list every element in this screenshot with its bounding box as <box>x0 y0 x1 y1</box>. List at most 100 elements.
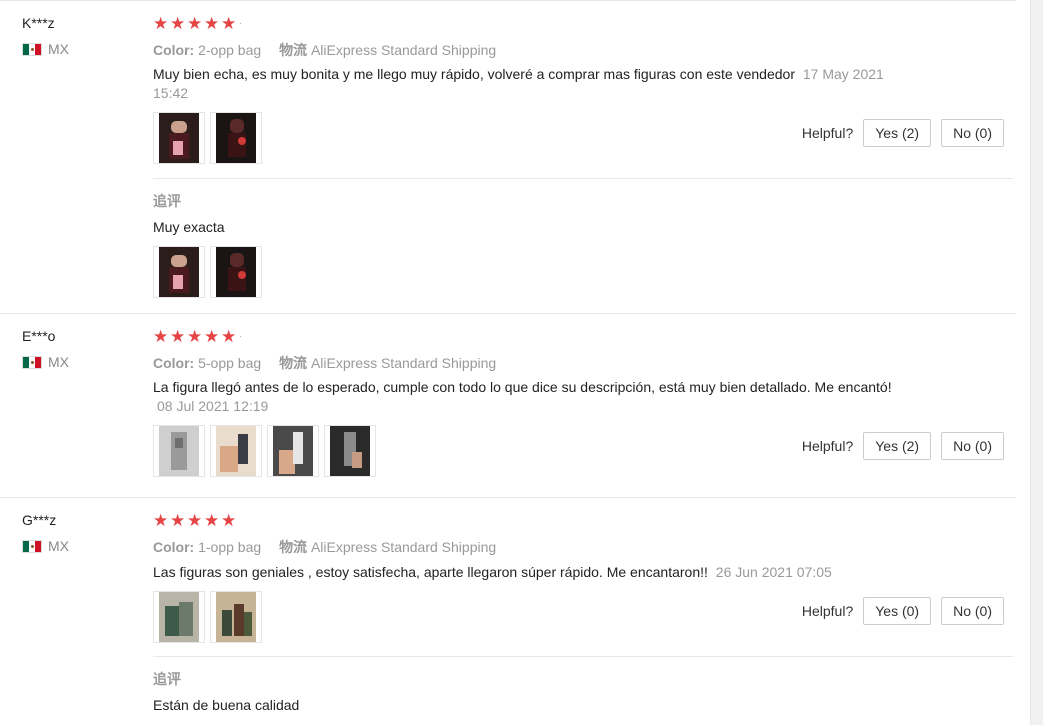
review-photo[interactable] <box>153 591 205 643</box>
color-value: 2-opp bag <box>198 42 262 58</box>
star-icon: ★ <box>153 511 169 530</box>
dot-icon: · <box>239 331 243 342</box>
page-scrollbar[interactable] <box>1030 0 1043 725</box>
review-photos <box>153 425 376 477</box>
shipping-value: AliExpress Standard Shipping <box>310 355 497 371</box>
shipping-value: AliExpress Standard Shipping <box>310 539 497 555</box>
review-date: 17 May 2021 <box>802 66 884 82</box>
figure-photo-icon <box>159 247 199 297</box>
star-icon: ★ <box>153 14 169 33</box>
followup-text: Están de buena calidad <box>153 697 300 713</box>
star-icon: ★ <box>170 14 186 33</box>
followup-photos <box>153 246 262 298</box>
shipping-label: 物流 <box>279 355 308 371</box>
figure-photo-icon <box>216 426 256 476</box>
yes-button[interactable]: Yes (0) <box>863 597 932 625</box>
review-date: 08 Jul 2021 12:19 <box>157 398 269 414</box>
star-icon: ★ <box>221 14 237 33</box>
star-rating: ★ ★ ★ ★ ★ <box>153 512 237 529</box>
reviewer-country: MX <box>22 538 69 554</box>
mexico-flag-icon <box>22 42 42 56</box>
review-item: K***z MX ★ ★ ★ ★ ★ · Color: 2-opp bag 物流… <box>0 0 1016 314</box>
followup-label: 追评 <box>153 193 181 209</box>
star-icon: ★ <box>221 511 237 530</box>
review-photo[interactable] <box>210 591 262 643</box>
reviewer-name: G***z <box>22 512 57 528</box>
figure-photo-icon <box>216 247 256 297</box>
no-button[interactable]: No (0) <box>941 597 1004 625</box>
review-body: Las figuras son geniales , estoy satisfe… <box>153 564 708 580</box>
shipping-label: 物流 <box>279 539 308 555</box>
divider <box>153 178 1013 179</box>
review-body: Muy bien echa, es muy bonita y me llego … <box>153 66 795 82</box>
review-photo[interactable] <box>267 425 319 477</box>
star-icon: ★ <box>204 511 220 530</box>
star-icon: ★ <box>187 511 203 530</box>
helpful-section: Helpful? Yes (0) No (0) <box>802 597 1004 625</box>
review-photo[interactable] <box>153 112 205 164</box>
reviewer-name: E***o <box>22 328 56 344</box>
country-code: MX <box>48 41 69 57</box>
star-rating: ★ ★ ★ ★ ★ · <box>153 328 242 346</box>
followup-text: Muy exacta <box>153 219 225 235</box>
review-body: La figura llegó antes de lo esperado, cu… <box>153 379 892 395</box>
mexico-flag-icon <box>22 539 42 553</box>
country-code: MX <box>48 354 69 370</box>
review-meta: Color: 5-opp bag 物流 AliExpress Standard … <box>153 353 496 373</box>
reviewer-country: MX <box>22 41 69 57</box>
shipping-label: 物流 <box>279 42 308 58</box>
star-icon: ★ <box>153 327 169 346</box>
figure-photo-icon <box>159 592 199 642</box>
helpful-section: Helpful? Yes (2) No (0) <box>802 119 1004 147</box>
figure-photo-icon <box>216 592 256 642</box>
review-item: E***o MX ★ ★ ★ ★ ★ · Color: 5-opp bag 物流… <box>0 313 1016 498</box>
figure-photo-icon <box>273 426 313 476</box>
shipping-value: AliExpress Standard Shipping <box>310 42 497 58</box>
no-button[interactable]: No (0) <box>941 119 1004 147</box>
figure-photo-icon <box>159 426 199 476</box>
color-label: Color: <box>153 42 195 58</box>
review-time: 15:42 <box>153 85 189 101</box>
star-icon: ★ <box>204 327 220 346</box>
review-text: La figura llegó antes de lo esperado, cu… <box>153 378 913 416</box>
review-photo[interactable] <box>324 425 376 477</box>
color-value: 5-opp bag <box>198 355 262 371</box>
review-text: Muy bien echa, es muy bonita y me llego … <box>153 65 913 103</box>
review-photo[interactable] <box>153 425 205 477</box>
review-photo[interactable] <box>210 112 262 164</box>
mexico-flag-icon <box>22 355 42 369</box>
color-value: 1-opp bag <box>198 539 262 555</box>
helpful-label: Helpful? <box>801 603 854 619</box>
yes-button[interactable]: Yes (2) <box>863 432 932 460</box>
reviewer-country: MX <box>22 354 69 370</box>
review-photos <box>153 112 262 164</box>
figure-photo-icon <box>216 113 256 163</box>
yes-button[interactable]: Yes (2) <box>863 119 932 147</box>
color-label: Color: <box>153 355 195 371</box>
color-label: Color: <box>153 539 195 555</box>
star-icon: ★ <box>221 327 237 346</box>
review-photo[interactable] <box>210 246 262 298</box>
star-icon: ★ <box>187 327 203 346</box>
star-rating: ★ ★ ★ ★ ★ · <box>153 15 242 33</box>
review-meta: Color: 2-opp bag 物流 AliExpress Standard … <box>153 40 496 60</box>
review-photos <box>153 591 262 643</box>
figure-photo-icon <box>159 113 199 163</box>
no-button[interactable]: No (0) <box>941 432 1004 460</box>
review-item: G***z MX ★ ★ ★ ★ ★ Color: 1-opp bag 物流 A… <box>0 497 1016 726</box>
review-meta: Color: 1-opp bag 物流 AliExpress Standard … <box>153 537 496 557</box>
dot-icon: · <box>239 18 243 29</box>
country-code: MX <box>48 538 69 554</box>
review-photo[interactable] <box>210 425 262 477</box>
star-icon: ★ <box>170 327 186 346</box>
helpful-label: Helpful? <box>801 438 854 454</box>
figure-photo-icon <box>330 426 370 476</box>
helpful-label: Helpful? <box>801 125 854 141</box>
reviewer-name: K***z <box>22 15 55 31</box>
star-icon: ★ <box>187 14 203 33</box>
star-icon: ★ <box>204 14 220 33</box>
review-date: 26 Jun 2021 07:05 <box>715 564 832 580</box>
review-photo[interactable] <box>153 246 205 298</box>
helpful-section: Helpful? Yes (2) No (0) <box>802 432 1004 460</box>
divider <box>153 656 1013 657</box>
